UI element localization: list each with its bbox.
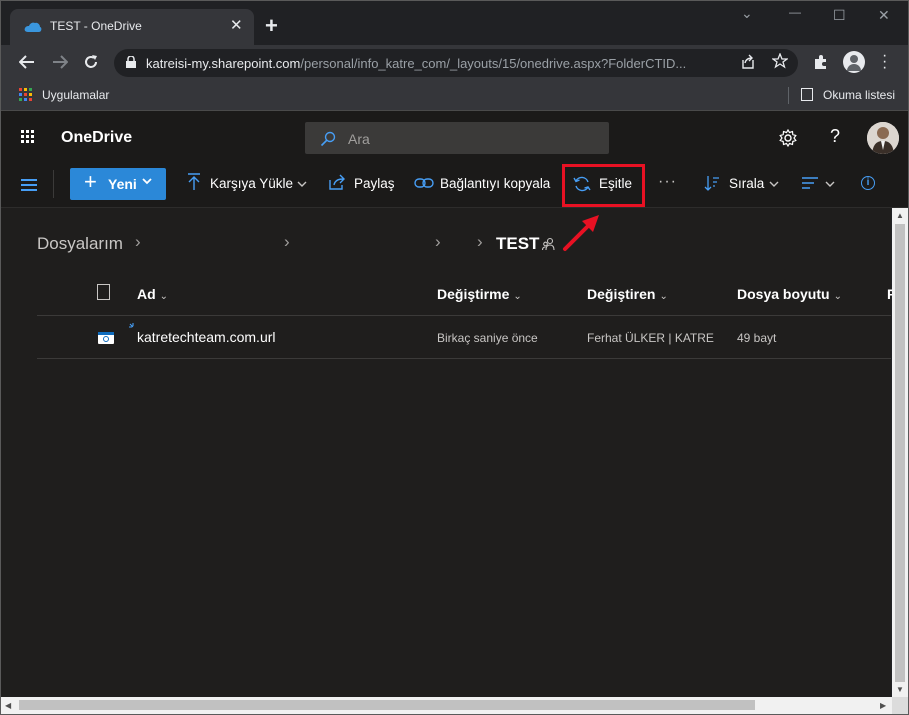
chevron-down-icon: [142, 178, 152, 185]
annotation-arrow-icon: [563, 215, 599, 251]
bookmarks-divider: [788, 87, 789, 104]
copy-link-button[interactable]: Bağlantıyı kopyala: [440, 176, 550, 191]
browser-window: TEST - OneDrive ✕ + ⌄ — ☐ ✕ katreisi-my.…: [0, 0, 909, 715]
chevron-down-icon: ⌄: [659, 291, 668, 302]
file-modified: Birkaç saniye önce: [437, 331, 538, 345]
command-divider: [53, 170, 54, 198]
file-list-area: Dosyalarım › › › › TEST Ad ⌄ Değiştirme ⌄ …: [1, 208, 896, 697]
help-icon[interactable]: ?: [830, 126, 840, 147]
browser-tab[interactable]: TEST - OneDrive ✕: [10, 9, 254, 45]
url-file-icon: [98, 332, 114, 344]
upload-button[interactable]: Karşıya Yükle: [210, 176, 293, 191]
view-chevron-icon[interactable]: [825, 180, 835, 188]
command-bar: + Yeni Karşıya Yükle Paylaş Bağlantıyı k…: [1, 161, 908, 208]
details-pane-info-icon[interactable]: i: [861, 176, 875, 190]
search-icon: [320, 131, 336, 147]
url-text[interactable]: katreisi-my.sharepoint.com/personal/info…: [146, 56, 686, 71]
user-photo-icon: [867, 122, 899, 154]
share-icon[interactable]: [328, 174, 346, 190]
breadcrumb-chevron-icon: ›: [284, 232, 290, 251]
vertical-scroll-thumb[interactable]: [895, 224, 905, 682]
lock-icon[interactable]: [126, 56, 136, 68]
breadcrumb-chevron-icon: ›: [477, 232, 483, 251]
minimize-icon[interactable]: —: [789, 5, 801, 19]
column-file-size-header[interactable]: Dosya boyutu ⌄: [737, 286, 842, 302]
sync-highlight-box: [562, 164, 645, 207]
shared-people-icon[interactable]: [542, 237, 556, 251]
sort-icon[interactable]: [704, 175, 720, 191]
forward-arrow-icon[interactable]: [52, 55, 68, 69]
scroll-up-icon: ▲: [896, 211, 904, 220]
browser-toolbar: katreisi-my.sharepoint.com/personal/info…: [1, 45, 908, 81]
plus-icon: +: [84, 169, 97, 194]
back-arrow-icon[interactable]: [19, 55, 35, 69]
window-close-icon[interactable]: ✕: [878, 7, 890, 24]
breadcrumb-chevron-icon: ›: [135, 232, 141, 251]
bookmark-star-icon[interactable]: [772, 53, 788, 69]
reading-list-button[interactable]: Okuma listesi: [823, 88, 895, 102]
tab-search-icon[interactable]: ⌄: [741, 5, 753, 22]
app-launcher-icon[interactable]: [21, 130, 35, 144]
column-name-header[interactable]: Ad ⌄: [137, 286, 168, 302]
new-button-label: Yeni: [108, 176, 137, 192]
user-avatar[interactable]: [867, 122, 899, 154]
table-row[interactable]: katretechteam.com.url Birkaç saniye önce…: [37, 316, 891, 358]
app-title[interactable]: OneDrive: [61, 129, 132, 147]
file-type-header-icon[interactable]: [97, 284, 110, 300]
row-divider: [37, 358, 891, 359]
profile-avatar-icon[interactable]: [843, 51, 865, 73]
chevron-down-icon: ⌄: [833, 291, 842, 302]
view-options-icon[interactable]: [801, 177, 819, 189]
file-size: 49 bayt: [737, 331, 777, 345]
settings-gear-icon[interactable]: [779, 129, 797, 147]
file-modified-by[interactable]: Ferhat ÜLKER | KATRE: [587, 331, 714, 345]
search-input[interactable]: Ara: [305, 122, 609, 154]
sort-chevron-icon[interactable]: [769, 180, 779, 188]
new-tab-button[interactable]: +: [265, 15, 278, 37]
reading-list-icon[interactable]: [801, 88, 813, 101]
reload-icon[interactable]: [83, 54, 99, 70]
breadcrumb-root[interactable]: Dosyalarım: [37, 234, 123, 254]
more-commands-icon[interactable]: ···: [658, 173, 677, 191]
tab-title: TEST - OneDrive: [50, 19, 142, 33]
new-button[interactable]: + Yeni: [70, 168, 166, 200]
chevron-down-icon: ⌄: [159, 291, 169, 302]
breadcrumb-chevron-icon: ›: [435, 232, 441, 251]
address-bar[interactable]: katreisi-my.sharepoint.com/personal/info…: [114, 49, 798, 77]
onedrive-header: OneDrive Ara ?: [1, 111, 908, 161]
share-page-icon[interactable]: [740, 54, 756, 70]
scrollbar-corner: [892, 697, 908, 714]
onedrive-favicon-icon: [24, 22, 42, 32]
breadcrumb-current: TEST: [496, 234, 540, 253]
horizontal-scrollbar[interactable]: ◀ ▶: [1, 697, 892, 714]
horizontal-scroll-thumb[interactable]: [19, 700, 755, 710]
link-icon[interactable]: [414, 177, 434, 189]
tab-strip: TEST - OneDrive ✕ + ⌄ — ☐ ✕: [1, 1, 908, 45]
scroll-left-icon: ◀: [5, 701, 12, 710]
upload-chevron-icon[interactable]: [297, 180, 307, 188]
file-name[interactable]: katretechteam.com.url: [137, 329, 276, 345]
column-modified-header[interactable]: Değiştirme ⌄: [437, 286, 522, 302]
upload-arrow-icon[interactable]: [187, 173, 201, 191]
bookmarks-bar: Uygulamalar Okuma listesi: [1, 81, 908, 111]
maximize-icon[interactable]: ☐: [833, 7, 846, 24]
extensions-puzzle-icon[interactable]: [813, 54, 829, 70]
scroll-down-icon: ▼: [896, 685, 904, 694]
scroll-right-icon: ▶: [880, 701, 887, 710]
share-button[interactable]: Paylaş: [354, 176, 395, 191]
chevron-down-icon: ⌄: [513, 291, 522, 302]
search-placeholder: Ara: [348, 131, 370, 147]
tab-close-icon[interactable]: ✕: [230, 18, 243, 34]
column-modified-by-header[interactable]: Değiştiren ⌄: [587, 286, 668, 302]
apps-bookmark[interactable]: Uygulamalar: [42, 88, 109, 102]
vertical-scrollbar[interactable]: ▲ ▼: [892, 208, 908, 697]
sort-button[interactable]: Sırala: [729, 176, 764, 191]
apps-grid-icon[interactable]: [19, 88, 33, 102]
nav-menu-icon[interactable]: [21, 179, 37, 191]
browser-menu-icon[interactable]: · · ·: [882, 48, 887, 76]
